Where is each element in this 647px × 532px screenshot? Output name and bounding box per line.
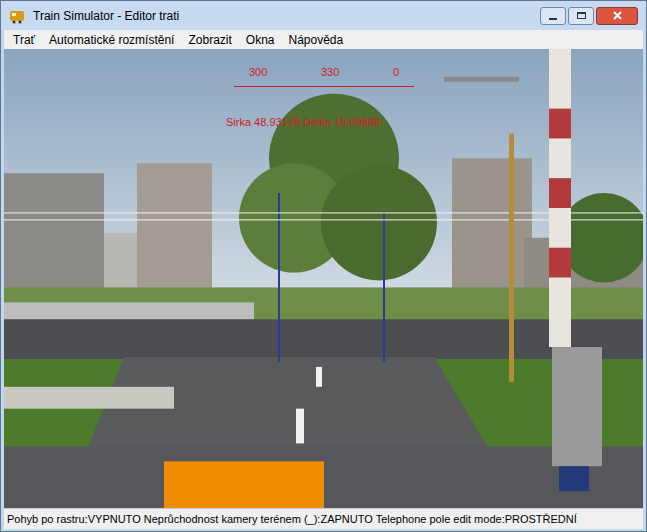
status-text: Pohyb po rastru:VYPNUTO Neprůchodnost ka… — [7, 511, 577, 528]
minimize-icon — [549, 18, 557, 20]
coordinates-readout: Sirka 48.93138 Delka 18.09888 — [226, 117, 380, 128]
viewport[interactable]: 300 330 0 Sirka 48.93138 Delka 18.09888 — [4, 49, 643, 508]
compass-line — [234, 86, 414, 87]
menu-item[interactable]: Nápověda — [282, 31, 351, 49]
compass-labels: 300 330 0 — [234, 67, 414, 78]
menu-item[interactable]: Trať — [6, 31, 42, 49]
client-area: TraťAutomatické rozmístěníZobrazitOknaNá… — [4, 30, 643, 529]
app-icon — [9, 8, 25, 24]
window-controls — [540, 7, 638, 25]
window-title: Train Simulator - Editor trati — [33, 7, 532, 25]
menu-bar: TraťAutomatické rozmístěníZobrazitOknaNá… — [4, 30, 643, 49]
compass: 300 330 0 — [234, 67, 414, 97]
close-icon — [613, 11, 622, 20]
compass-label: 330 — [321, 67, 339, 78]
menu-item[interactable]: Automatické rozmístění — [42, 31, 181, 49]
maximize-button[interactable] — [568, 7, 594, 25]
minimize-button[interactable] — [540, 7, 566, 25]
menu-item[interactable]: Zobrazit — [181, 31, 238, 49]
app-window: Train Simulator - Editor trati TraťAutoma… — [0, 0, 647, 532]
compass-label: 300 — [249, 67, 267, 78]
compass-label: 0 — [393, 67, 399, 78]
close-button[interactable] — [596, 7, 638, 25]
title-bar[interactable]: Train Simulator - Editor trati — [1, 1, 646, 30]
status-bar: Pohyb po rastru:VYPNUTO Neprůchodnost ka… — [4, 508, 643, 529]
maximize-icon — [577, 12, 586, 19]
menu-item[interactable]: Okna — [239, 31, 282, 49]
